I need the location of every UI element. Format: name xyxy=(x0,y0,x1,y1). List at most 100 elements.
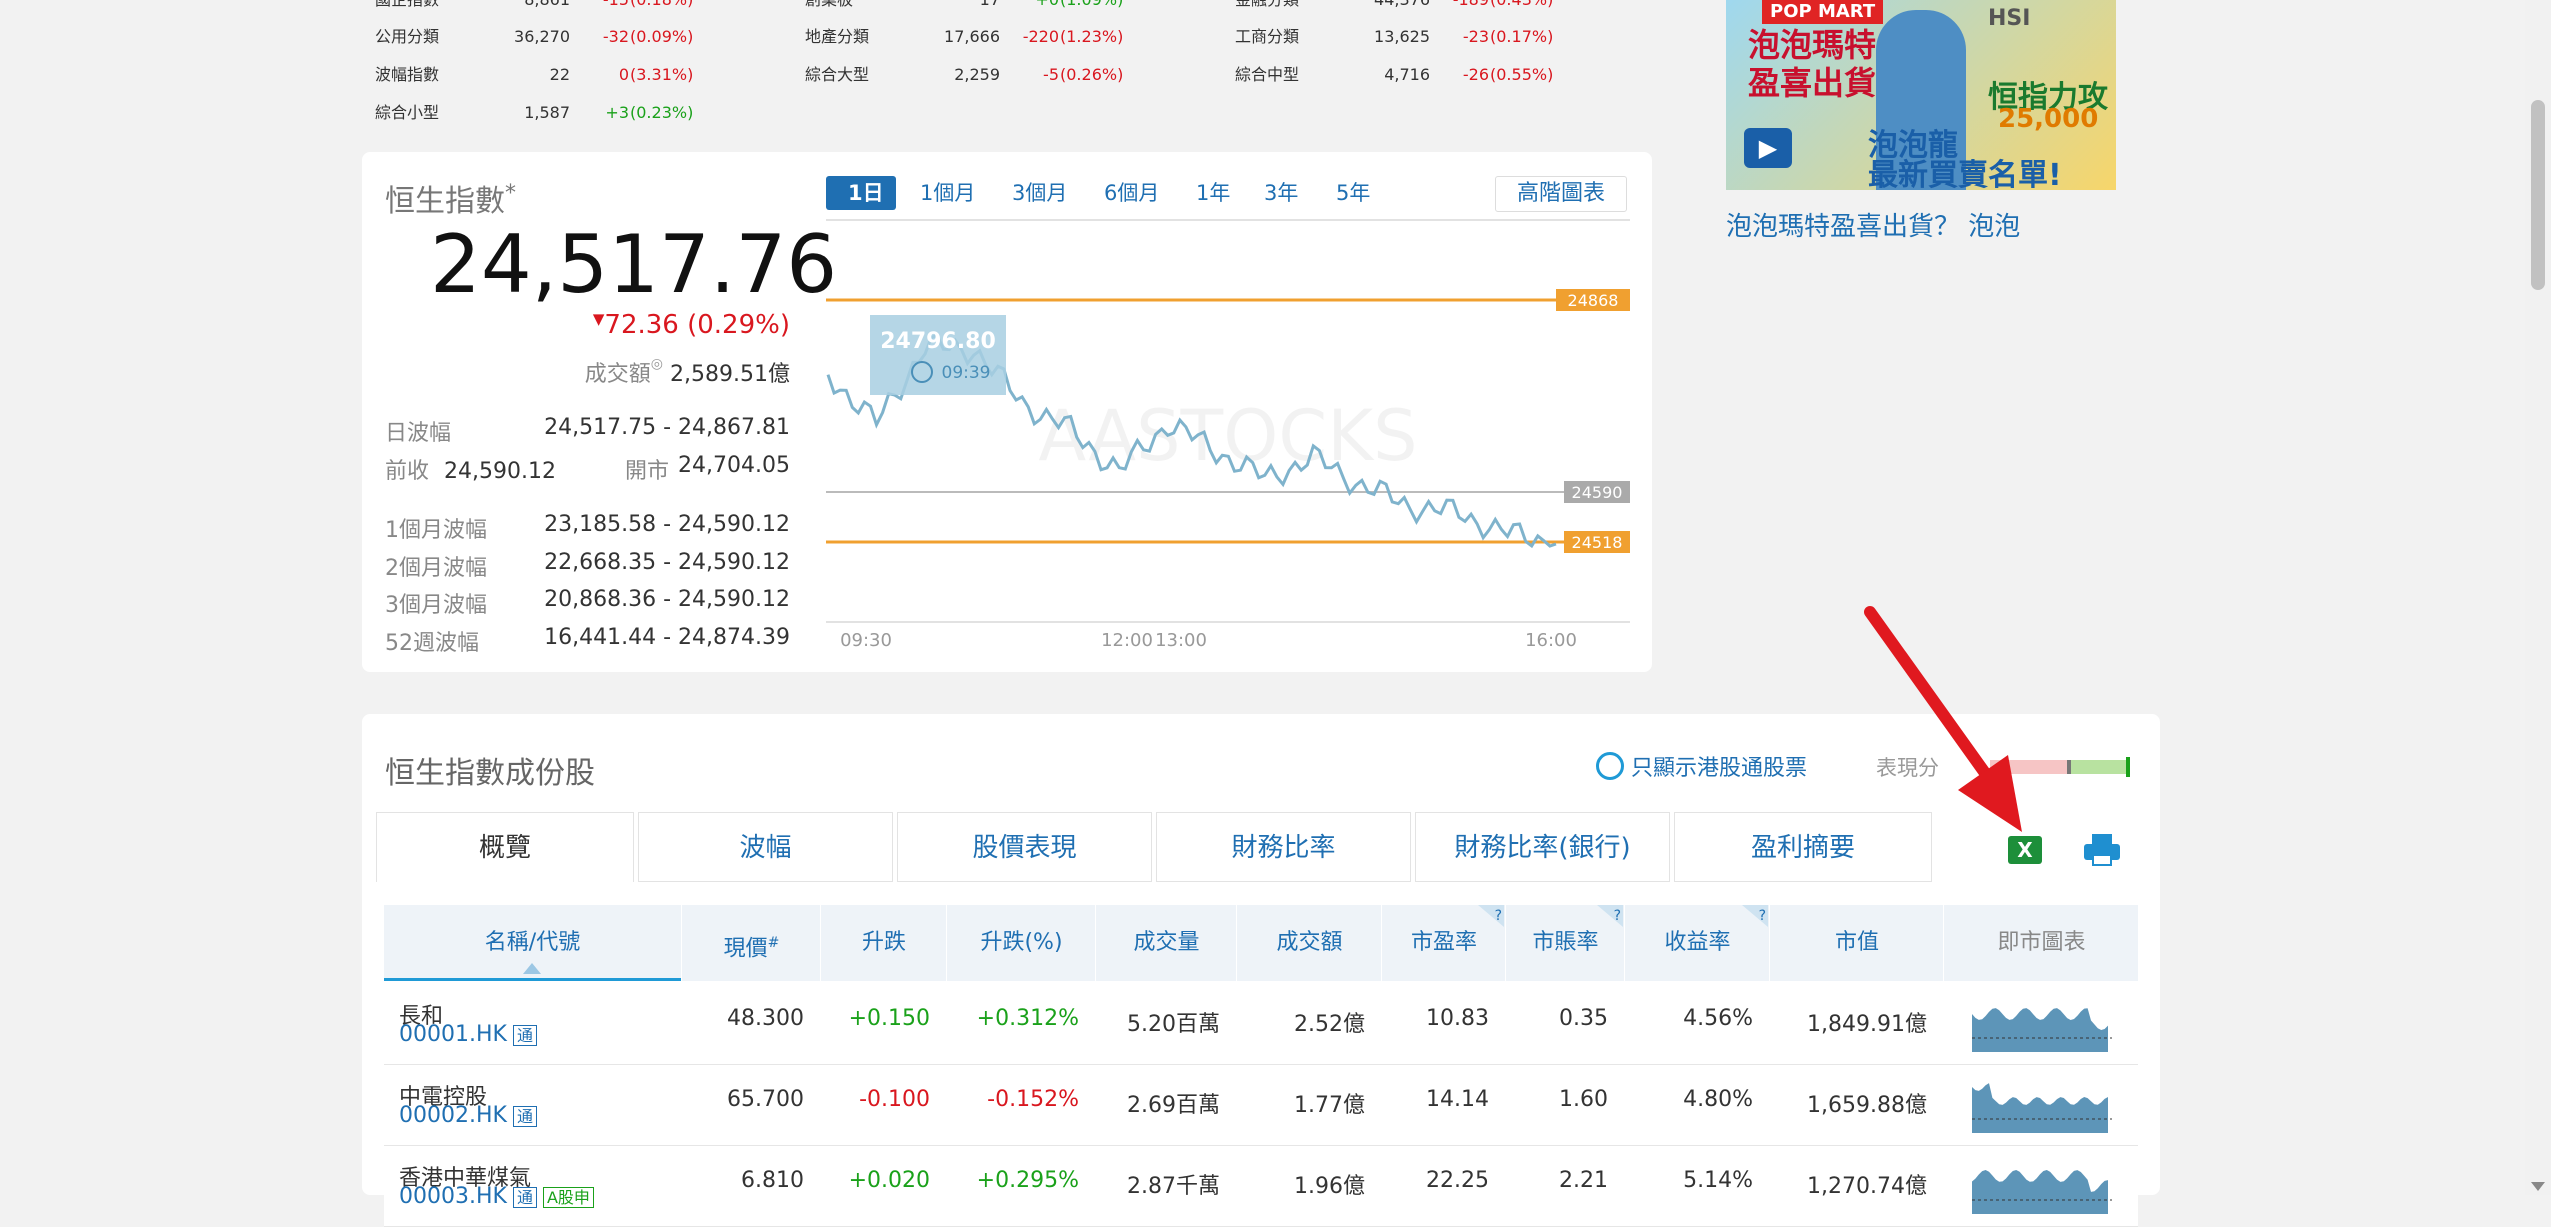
index-name[interactable]: 創業板 xyxy=(805,0,853,18)
advanced-chart-button[interactable]: 高階圖表 xyxy=(1495,176,1627,212)
ad-line4: 25,000 xyxy=(1998,104,2099,134)
chart-tab-1[interactable]: 1個月 xyxy=(920,176,975,210)
help-icon[interactable]: ? xyxy=(1478,905,1504,927)
cell-pct: -0.152% xyxy=(987,1087,1079,1112)
index-name[interactable]: 工商分類 xyxy=(1235,19,1299,55)
constituents-tab-1[interactable]: 波幅 xyxy=(638,812,893,882)
header-6[interactable]: 市盈率? xyxy=(1381,905,1506,981)
stock-code[interactable]: 00001.HK xyxy=(399,1022,507,1047)
stock-code[interactable]: 00002.HK xyxy=(399,1103,507,1128)
constituents-tab-2[interactable]: 股價表現 xyxy=(897,812,1152,882)
index-chg: -32 xyxy=(602,27,629,46)
header-8[interactable]: 收益率? xyxy=(1624,905,1770,981)
range-label: 2個月波幅 xyxy=(385,555,487,581)
chart-tab-2[interactable]: 3個月 xyxy=(1012,176,1067,210)
stock-code-link[interactable]: 00003.HK 通 A股申 xyxy=(399,1184,594,1209)
table-row[interactable]: 中電控股 00002.HK 通 65.700 -0.100 -0.152% 2.69百萬 1.… xyxy=(384,1065,2138,1146)
constituents-tab-3[interactable]: 財務比率 xyxy=(1156,812,1411,882)
mini-intraday-chart[interactable] xyxy=(1972,1158,2112,1214)
page-scrollbar[interactable] xyxy=(2525,0,2551,1195)
header-label: 升跌 xyxy=(861,930,906,955)
mini-intraday-chart[interactable] xyxy=(1972,1077,2112,1133)
range-label: 1個月波幅 xyxy=(385,518,487,543)
index-name[interactable]: 國企指數 xyxy=(375,0,439,18)
header-5[interactable]: 成交額 xyxy=(1236,905,1382,981)
index-name[interactable]: 綜合小型 xyxy=(375,95,439,131)
play-icon: ▶ xyxy=(1744,128,1792,168)
cell-mcap: 1,659.88億 xyxy=(1807,1093,1927,1118)
sort-up-icon xyxy=(523,963,541,974)
index-chg: +3 xyxy=(605,103,629,122)
stock-code[interactable]: 00003.HK xyxy=(399,1184,507,1209)
constituents-title: 恒生指數成份股 xyxy=(385,756,595,791)
chart-tooltip xyxy=(870,315,1006,395)
index-name[interactable]: 綜合中型 xyxy=(1235,57,1299,93)
radio-circle-icon xyxy=(1596,752,1624,780)
scroll-down-arrow[interactable] xyxy=(2531,1182,2545,1191)
cell-vol: 2.69百萬 xyxy=(1127,1093,1220,1118)
index-pct: (0.23%) xyxy=(630,103,694,122)
header-label: 成交額 xyxy=(1276,930,1343,955)
turnover: 成交額◎ 2,589.51億 xyxy=(584,356,790,387)
constituents-tab-4[interactable]: 財務比率(銀行) xyxy=(1415,812,1670,882)
index-pct: (0.09%) xyxy=(630,27,694,46)
index-name[interactable]: 綜合大型 xyxy=(805,57,869,93)
header-2[interactable]: 升跌 xyxy=(820,905,947,981)
range-value: 20,868.36 - 24,590.12 xyxy=(544,587,790,612)
range-value: 23,185.58 - 24,590.12 xyxy=(544,512,790,537)
chart-tab-3[interactable]: 6個月 xyxy=(1104,176,1159,210)
stock-code-link[interactable]: 00002.HK 通 xyxy=(399,1103,537,1128)
cell-price: 6.810 xyxy=(741,1168,804,1193)
index-chg: -220 xyxy=(1022,27,1059,46)
cell-yield: 4.56% xyxy=(1683,1006,1753,1031)
header-7[interactable]: 市賬率? xyxy=(1505,905,1625,981)
index-chg: +0 xyxy=(973,0,1059,18)
index-name[interactable]: 金融分類 xyxy=(1235,0,1299,18)
chart-watermark: AASTOCKS xyxy=(1038,395,1417,477)
stock-code-link[interactable]: 00001.HK 通 xyxy=(399,1022,537,1047)
chart-tab-4[interactable]: 1年 xyxy=(1196,176,1230,210)
help-icon[interactable]: ? xyxy=(1742,905,1768,927)
print-icon[interactable] xyxy=(2084,834,2120,866)
index-pct: (0.26%) xyxy=(1060,65,1124,84)
excel-export-icon[interactable]: X xyxy=(2008,836,2042,864)
help-icon[interactable]: ? xyxy=(1597,905,1623,927)
ad-tag: HSI xyxy=(1988,6,2031,31)
cell-pe: 14.14 xyxy=(1426,1087,1489,1112)
stock-connect-toggle[interactable]: 只顯示港股通股票 xyxy=(1596,750,1807,782)
connect-badge: 通 xyxy=(512,1106,537,1127)
constituents-tab-0[interactable]: 概覽 xyxy=(376,812,634,882)
header-label: 即市圖表 xyxy=(1997,930,2086,955)
chart-tab-6[interactable]: 5年 xyxy=(1336,176,1370,210)
prev-label: 24590 xyxy=(1572,483,1623,502)
range-value: 16,441.44 - 24,874.39 xyxy=(544,624,790,650)
index-name[interactable]: 地產分類 xyxy=(805,19,869,55)
header-4[interactable]: 成交量 xyxy=(1095,905,1237,981)
scrollbar-thumb[interactable] xyxy=(2531,100,2545,290)
index-name[interactable]: 公用分類 xyxy=(375,19,439,55)
ad-line6: 最新買賣名單! xyxy=(1868,158,2062,190)
cell-price: 65.700 xyxy=(727,1087,804,1112)
header-label: 名稱/代號 xyxy=(484,930,581,955)
header-label: 升跌(%) xyxy=(980,930,1063,955)
index-name[interactable]: 波幅指數 xyxy=(375,57,439,93)
ad-caption-link[interactable]: 泡泡瑪特盈喜出貨？ 泡泡 xyxy=(1726,206,2020,243)
header-9[interactable]: 市值 xyxy=(1769,905,1944,981)
index-pct: (0.18%) xyxy=(630,0,693,18)
x-label-1200: 12:00 xyxy=(1101,630,1153,651)
table-row[interactable]: 長和 00001.HK 通 48.300 +0.150 +0.312% 5.20百萬 2.52… xyxy=(384,984,2138,1065)
chart-tab-5[interactable]: 3年 xyxy=(1264,176,1298,210)
info-icon[interactable]: ◎ xyxy=(651,356,663,372)
cell-turnover: 2.52億 xyxy=(1294,1012,1365,1037)
chart-tab-0[interactable]: 1日 xyxy=(826,176,896,210)
header-label: 成交量 xyxy=(1133,930,1200,955)
header-3[interactable]: 升跌(%) xyxy=(946,905,1096,981)
index-chg: 0 xyxy=(618,65,629,84)
index-chg: -189 xyxy=(1403,0,1489,18)
mini-intraday-chart[interactable] xyxy=(1972,996,2112,1052)
table-row[interactable]: 香港中華煤氣 00003.HK 通 A股申 6.810 +0.020 +0.295% 2.87… xyxy=(384,1146,2138,1227)
index-pct: (0.55%) xyxy=(1490,65,1554,84)
x-label-0930: 09:30 xyxy=(840,630,892,651)
ad-banner[interactable]: POP MART 泡泡瑪特 盈喜出貨!? HSI 恒指力攻 25,000 泡泡龍… xyxy=(1726,0,2116,190)
header-1[interactable]: 現價# xyxy=(681,905,821,981)
